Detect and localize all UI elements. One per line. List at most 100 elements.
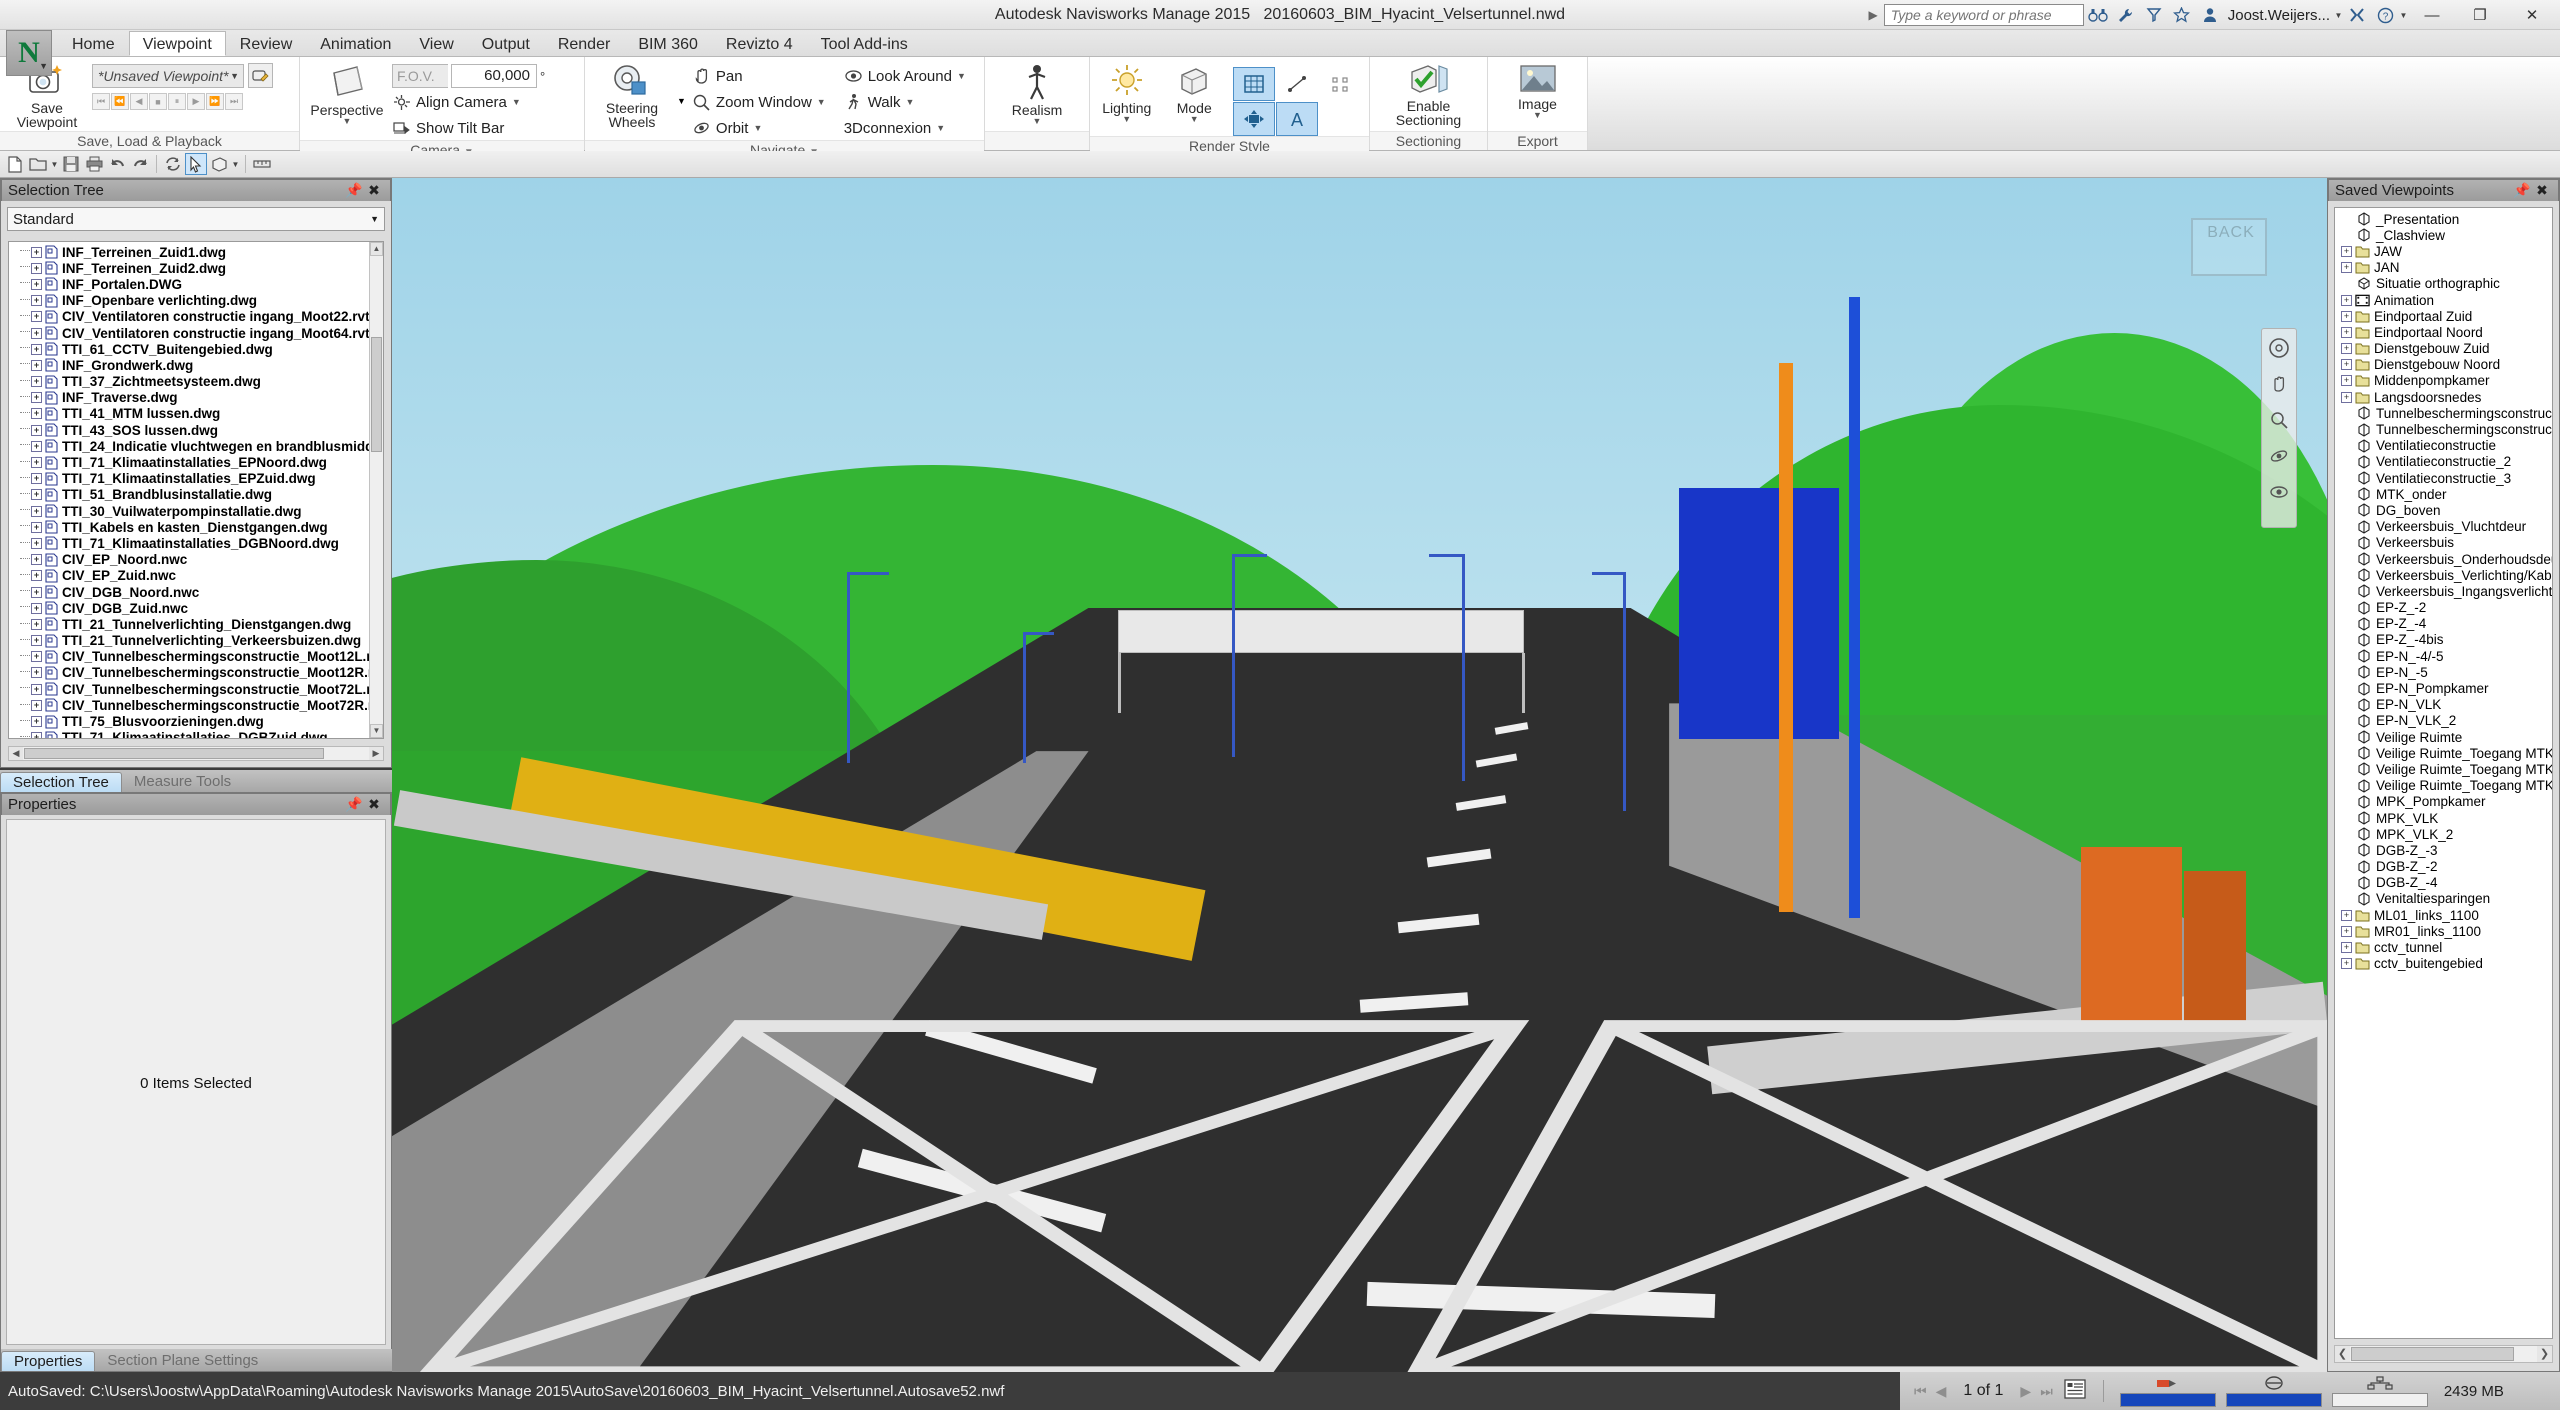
application-menu-button[interactable]: N ▼ [6, 30, 52, 76]
expand-icon[interactable]: + [2341, 245, 2352, 257]
list-item[interactable]: + JAW [2335, 243, 2552, 259]
user-icon[interactable] [2196, 3, 2224, 27]
playback-forward-button[interactable]: ⏩ [206, 93, 224, 110]
3dconnexion-button[interactable]: 3Dconnexion ▼ [844, 116, 966, 140]
binoculars-icon[interactable] [2084, 3, 2112, 27]
funnel-icon[interactable] [2140, 3, 2168, 27]
expand-icon[interactable]: + [31, 440, 42, 452]
selection-tree-vscrollbar[interactable]: ▲ ▼ [369, 242, 383, 738]
list-item[interactable]: _Presentation [2335, 211, 2552, 227]
saved-viewpoints-hscrollbar[interactable]: ❮ ❯ [2334, 1345, 2553, 1363]
expand-icon[interactable]: + [31, 618, 42, 630]
playback-stop-button[interactable]: ■ [149, 93, 167, 110]
list-item[interactable]: Veilige Ruimte [2335, 729, 2552, 745]
list-item[interactable]: + Dienstgebouw Zuid [2335, 341, 2552, 357]
expand-icon[interactable]: + [31, 262, 42, 274]
expand-icon[interactable]: + [31, 295, 42, 307]
restore-button[interactable]: ❐ [2456, 0, 2504, 30]
undo-icon[interactable] [106, 153, 128, 175]
close-icon[interactable]: ✖ [364, 182, 384, 199]
list-item[interactable]: MPK_Pompkamer [2335, 794, 2552, 810]
table-row[interactable]: + TTI_61_CCTV_Buitengebied.dwg [9, 341, 369, 357]
list-item[interactable]: Veilige Ruimte_Toegang MTK_tpvMPK [2335, 778, 2552, 794]
expand-icon[interactable]: + [2341, 294, 2352, 306]
list-item[interactable]: Tunnelbeschermingsconstructie_2 [2335, 421, 2552, 437]
ribbon-tab-revizto-4[interactable]: Revizto 4 [712, 31, 807, 56]
expand-icon[interactable]: + [2341, 343, 2352, 355]
3d-viewport[interactable]: BACK [392, 178, 2327, 1372]
expand-icon[interactable]: + [31, 635, 42, 647]
table-row[interactable]: + CIV_EP_Noord.nwc [9, 552, 369, 568]
table-row[interactable]: + TTI_43_SOS lussen.dwg [9, 422, 369, 438]
orbit-button[interactable]: Orbit ▼ [692, 116, 826, 140]
list-item[interactable]: Venitaltiesparingen [2335, 891, 2552, 907]
table-row[interactable]: + TTI_21_Tunnelverlichting_Verkeersbuizen… [9, 633, 369, 649]
scroll-left-arrow-icon[interactable]: ◀ [9, 747, 23, 760]
expand-icon[interactable]: + [31, 246, 42, 258]
pan-button[interactable]: Pan [692, 64, 826, 88]
expand-icon[interactable]: + [31, 537, 42, 549]
expand-icon[interactable]: + [2341, 958, 2352, 970]
prev-sheet-button[interactable]: ◀ [1936, 1383, 1947, 1400]
pin-icon[interactable]: 📌 [2512, 182, 2532, 199]
table-row[interactable]: + INF_Terreinen_Zuid2.dwg [9, 260, 369, 276]
table-row[interactable]: + TTI_71_Klimaatinstallaties_DGBZuid.dwg [9, 730, 369, 738]
expand-icon[interactable]: + [2341, 391, 2352, 403]
walk-button[interactable]: Walk ▼ [844, 90, 966, 114]
table-row[interactable]: + CIV_Tunnelbeschermingsconstructie_Moot1… [9, 665, 369, 681]
scroll-right-arrow-icon[interactable]: ❯ [2537, 1346, 2552, 1362]
scroll-right-arrow-icon[interactable]: ▶ [369, 747, 383, 760]
ribbon-tab-viewpoint[interactable]: Viewpoint [128, 31, 226, 56]
table-row[interactable]: + CIV_Tunnelbeschermingsconstructie_Moot1… [9, 649, 369, 665]
selection-tree-hscrollbar[interactable]: ◀ ▶ [8, 746, 384, 761]
ribbon-tab-home[interactable]: Home [58, 31, 129, 56]
perspective-button[interactable]: Perspective ▼ [308, 61, 386, 126]
table-row[interactable]: + CIV_Ventilatoren constructie ingang_Moo… [9, 325, 369, 341]
table-row[interactable]: + CIV_Tunnelbeschermingsconstructie_Moot7… [9, 697, 369, 713]
expand-icon[interactable]: + [31, 521, 42, 533]
list-item[interactable]: EP-Z_-4 [2335, 616, 2552, 632]
last-sheet-button[interactable]: ⏭ [2040, 1383, 2053, 1400]
list-item[interactable]: + Eindportaal Noord [2335, 324, 2552, 340]
list-item[interactable]: EP-N_VLK_2 [2335, 713, 2552, 729]
quick-access-arrow-icon[interactable]: ▶ [1863, 8, 1884, 22]
search-input[interactable] [1883, 4, 2084, 26]
table-row[interactable]: + CIV_EP_Zuid.nwc [9, 568, 369, 584]
list-item[interactable]: Ventilatieconstructie_2 [2335, 454, 2552, 470]
ribbon-tab-render[interactable]: Render [544, 31, 624, 56]
pan-hand-icon[interactable] [2266, 371, 2292, 397]
selection-tree-standard-combo[interactable]: Standard ▼ [7, 207, 385, 231]
star-icon[interactable] [2168, 3, 2196, 27]
list-item[interactable]: Ventilatieconstructie [2335, 438, 2552, 454]
expand-icon[interactable]: + [31, 376, 42, 388]
expand-icon[interactable]: + [31, 359, 42, 371]
realism-button[interactable]: Realism ▼ [998, 61, 1076, 126]
playback-first-button[interactable]: ⏮ [92, 93, 110, 110]
points-toggle-icon[interactable] [1319, 67, 1361, 101]
print-icon[interactable] [83, 153, 105, 175]
table-row[interactable]: + TTI_71_Klimaatinstallaties_DGBNoord.dwg [9, 535, 369, 551]
table-row[interactable]: + TTI_30_Vuilwaterpompinstallatie.dwg [9, 503, 369, 519]
mode-button[interactable]: Mode ▼ [1166, 61, 1224, 124]
list-item[interactable]: Veilige Ruimte_Toegang MTK [2335, 745, 2552, 761]
lighting-button[interactable]: Lighting ▼ [1098, 61, 1156, 124]
expand-icon[interactable]: + [31, 311, 42, 323]
list-item[interactable]: DGB-Z_-2 [2335, 859, 2552, 875]
show-tilt-bar-button[interactable]: Show Tilt Bar [392, 116, 545, 140]
ribbon-tab-output[interactable]: Output [468, 31, 544, 56]
orbit-icon[interactable] [2266, 443, 2292, 469]
zoom-window-button[interactable]: Zoom Window ▼ [692, 90, 826, 114]
hscroll-thumb[interactable] [2351, 1347, 2514, 1361]
open-icon[interactable] [27, 153, 49, 175]
playback-back-button[interactable]: ◀ [130, 93, 148, 110]
table-row[interactable]: + CIV_DGB_Noord.nwc [9, 584, 369, 600]
playback-pause-button[interactable]: ⏸ [168, 93, 186, 110]
look-icon[interactable] [2266, 479, 2292, 505]
open-dropdown-icon[interactable]: ▼ [50, 160, 59, 169]
list-item[interactable]: + Eindportaal Zuid [2335, 308, 2552, 324]
expand-icon[interactable]: + [2341, 925, 2352, 937]
chevron-down-icon[interactable]: ▼ [677, 96, 686, 106]
expand-icon[interactable]: + [31, 278, 42, 290]
viewpoint-combo[interactable]: *Unsaved Viewpoint* ▼ [92, 63, 244, 88]
list-item[interactable]: Verkeersbuis_Onderhoudsdeur [2335, 551, 2552, 567]
